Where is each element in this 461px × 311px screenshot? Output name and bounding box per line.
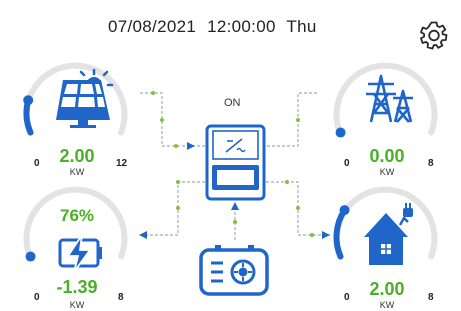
date-label: 07/08/2021 [108,17,197,36]
load-gauge-min: 0 [344,292,350,303]
time-label: 12:00:00 [207,17,276,36]
inverter-status: ON [224,97,241,109]
load-gauge-fill [333,207,348,260]
load-power-value: 2.00 [369,279,405,299]
pv-gauge-knob [23,95,34,106]
pv-power-value: 2.00 [59,146,95,166]
solar-panel-icon [56,68,114,128]
battery-charging-icon [58,234,102,273]
load-gauge-knob [339,205,350,216]
weekday-label: Thu [286,17,317,36]
transmission-tower-icon [366,74,413,123]
load-power-unit: KW [379,300,395,310]
pv-power-unit: KW [69,167,85,177]
inverter-icon[interactable] [205,124,266,201]
grid-power-unit: KW [379,167,395,177]
pv-gauge-max: 12 [116,158,128,169]
generator-icon[interactable] [199,245,269,296]
battery-gauge-max: 8 [118,292,124,303]
pv-gauge-min: 0 [34,158,40,169]
battery-power-value: -1.39 [56,277,98,297]
grid-gauge-max: 8 [428,158,434,169]
dashboard-screen: 07/08/2021 12:00:00 Thu ON 2.00 KW 0 12 … [0,0,461,311]
grid-power-value: 0.00 [369,146,405,166]
grid-gauge-knob [335,127,346,138]
header-datetime: 07/08/2021 12:00:00 Thu [108,17,323,37]
gear-icon[interactable] [419,20,449,50]
battery-soc: 76% [59,206,95,225]
battery-power-unit: KW [69,300,85,310]
grid-gauge-min: 0 [344,158,350,169]
load-gauge-max: 8 [428,292,434,303]
battery-gauge-knob [25,251,36,262]
home-icon [364,203,413,265]
battery-gauge-min: 0 [34,292,40,303]
